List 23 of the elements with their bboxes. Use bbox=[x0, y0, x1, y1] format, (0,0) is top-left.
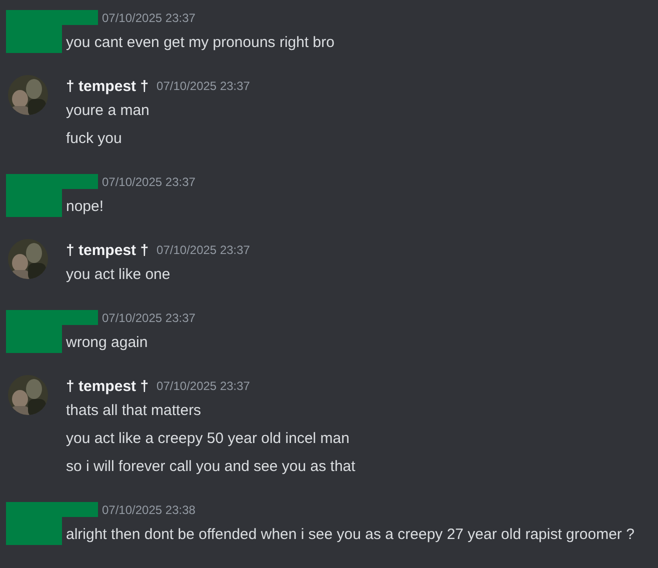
message-text: fuck you bbox=[66, 129, 123, 149]
timestamp: 07/10/2025 23:37 bbox=[156, 243, 250, 257]
message-text: youre a man bbox=[66, 101, 150, 121]
message-text: so i will forever call you and see you as that bbox=[66, 457, 356, 477]
username[interactable]: † tempest † bbox=[66, 378, 149, 394]
timestamp: 07/10/2025 23:37 bbox=[156, 379, 250, 393]
message-text: thats all that matters bbox=[66, 401, 202, 421]
message-text: you act like one bbox=[66, 265, 172, 285]
timestamp: 07/10/2025 23:38 bbox=[102, 503, 196, 517]
avatar-icon bbox=[8, 375, 48, 415]
timestamp: 07/10/2025 23:37 bbox=[102, 11, 196, 25]
username[interactable]: † tempest † bbox=[66, 242, 149, 258]
message-text: wrong again bbox=[66, 333, 149, 353]
timestamp: 07/10/2025 23:37 bbox=[102, 311, 196, 325]
avatar-icon bbox=[8, 239, 48, 279]
timestamp: 07/10/2025 23:37 bbox=[102, 175, 196, 189]
message-text: alright then dont be offended when i see you as a creepy 27 year old rapist groomer ? bbox=[66, 525, 636, 545]
message-text: you act like a creepy 50 year old incel man bbox=[66, 429, 350, 449]
username[interactable]: † tempest † bbox=[66, 78, 149, 94]
message-text: nope! bbox=[66, 197, 105, 217]
avatar-icon bbox=[8, 75, 48, 115]
timestamp: 07/10/2025 23:37 bbox=[156, 79, 250, 93]
message-text: you cant even get my pronouns right bro bbox=[66, 33, 336, 53]
